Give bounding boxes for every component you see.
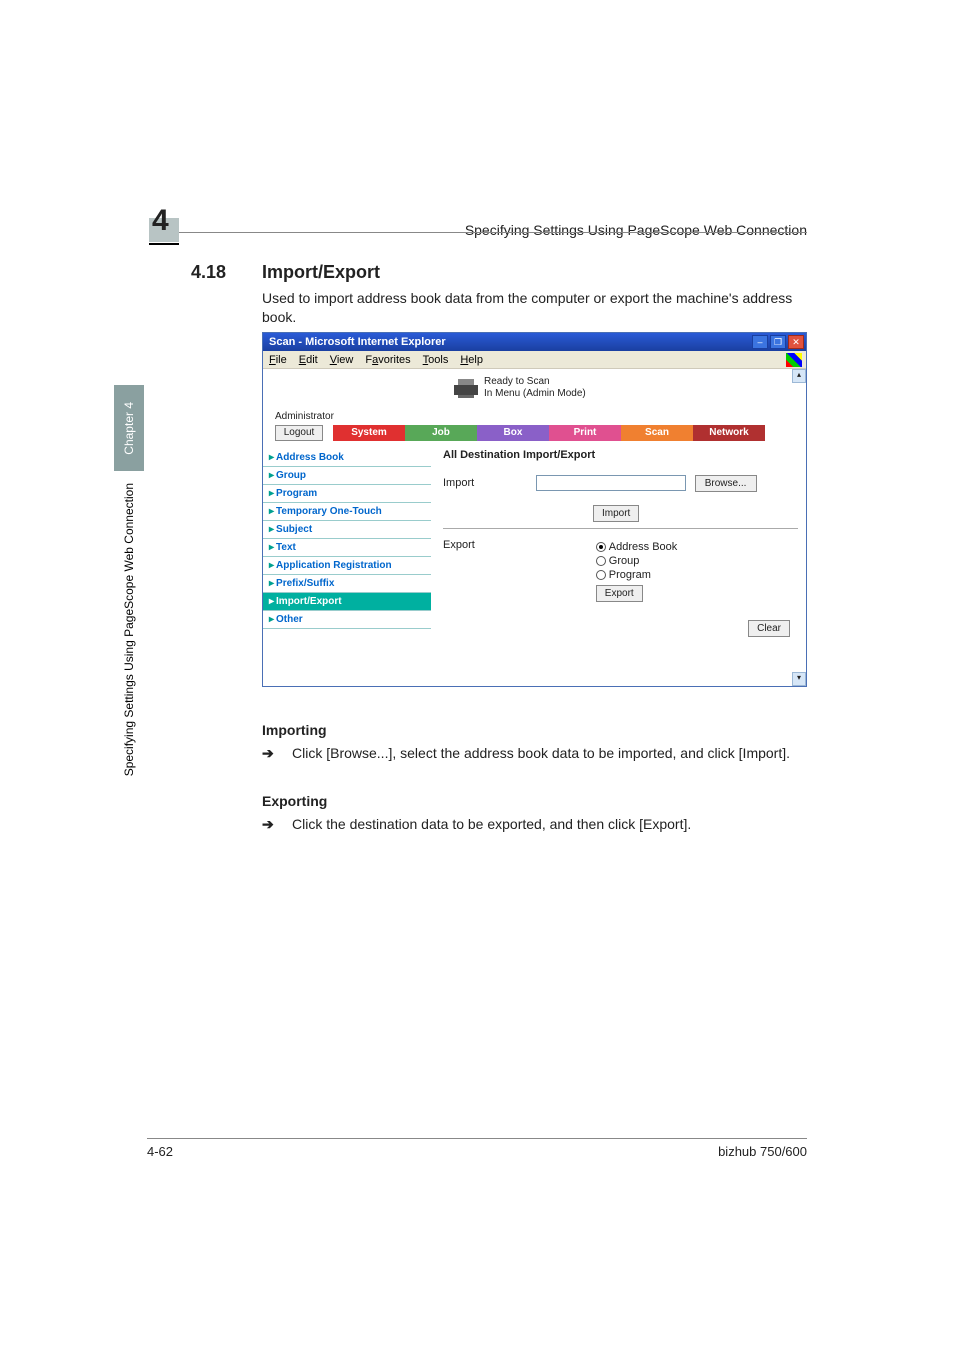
- maximize-button[interactable]: ❐: [770, 335, 786, 349]
- tab-print[interactable]: Print: [549, 425, 621, 441]
- tab-network[interactable]: Network: [693, 425, 765, 441]
- admin-label: Administrator: [275, 411, 334, 422]
- browse-button[interactable]: Browse...: [695, 475, 757, 492]
- printer-icon: [452, 377, 480, 399]
- import-label: Import: [443, 477, 533, 489]
- footer-rule: [147, 1138, 807, 1139]
- window-titlebar: Scan - Microsoft Internet Explorer – ❐ ✕: [263, 333, 806, 351]
- side-tab: Chapter 4 Specifying Settings Using Page…: [110, 345, 148, 925]
- exporting-step: ➔ Click the destination data to be expor…: [262, 815, 807, 834]
- sidebar-item-text[interactable]: ▸Text: [263, 539, 431, 557]
- chapter-number: 4: [152, 204, 169, 238]
- importing-step: ➔ Click [Browse...], select the address …: [262, 744, 807, 763]
- page-header-title: Specifying Settings Using PageScope Web …: [465, 222, 807, 238]
- sidebar: ▸Address Book ▸Group ▸Program ▸Temporary…: [263, 449, 431, 629]
- status-line-1: Ready to Scan: [484, 376, 550, 387]
- sidebar-item-temporary-one-touch[interactable]: ▸Temporary One-Touch: [263, 503, 431, 521]
- main-title: All Destination Import/Export: [443, 449, 798, 461]
- footer-model: bizhub 750/600: [718, 1144, 807, 1159]
- sidebar-item-other[interactable]: ▸Other: [263, 611, 431, 629]
- arrow-icon: ➔: [262, 815, 292, 834]
- importing-text: Click [Browse...], select the address bo…: [292, 744, 807, 763]
- sidebar-item-import-export[interactable]: ▸Import/Export: [263, 593, 431, 611]
- export-button[interactable]: Export: [596, 585, 643, 602]
- radio-icon: [596, 542, 606, 552]
- tab-job[interactable]: Job: [405, 425, 477, 441]
- main-panel: All Destination Import/Export Import Bro…: [443, 449, 798, 637]
- sidebar-item-program[interactable]: ▸Program: [263, 485, 431, 503]
- radio-address-book[interactable]: Address Book: [596, 541, 677, 553]
- tab-system[interactable]: System: [333, 425, 405, 441]
- footer-page-number: 4-62: [147, 1144, 173, 1159]
- top-tab-bar: System Job Box Print Scan Network: [333, 425, 765, 441]
- page: 4 Specifying Settings Using PageScope We…: [0, 0, 954, 1350]
- sidebar-item-application-registration[interactable]: ▸Application Registration: [263, 557, 431, 575]
- arrow-icon: ➔: [262, 744, 292, 763]
- chapter-number-underline: [149, 243, 179, 245]
- import-button[interactable]: Import: [593, 505, 639, 522]
- status-line-2: In Menu (Admin Mode): [484, 388, 586, 399]
- scroll-down-button[interactable]: ▾: [792, 672, 806, 686]
- section-divider: [443, 528, 798, 529]
- section-description: Used to import address book data from th…: [262, 289, 807, 327]
- ie-throbber-icon: [786, 353, 802, 367]
- import-file-input[interactable]: [536, 475, 686, 491]
- logout-button[interactable]: Logout: [275, 425, 323, 441]
- exporting-text: Click the destination data to be exporte…: [292, 815, 807, 834]
- ie-window: Scan - Microsoft Internet Explorer – ❐ ✕…: [262, 332, 807, 687]
- menu-favorites[interactable]: Favorites: [365, 354, 410, 366]
- chapter-tab-label: Chapter 4: [122, 402, 136, 455]
- close-button[interactable]: ✕: [788, 335, 804, 349]
- menu-help[interactable]: Help: [460, 354, 483, 366]
- tab-scan[interactable]: Scan: [621, 425, 693, 441]
- menu-view[interactable]: View: [330, 354, 354, 366]
- sidebar-item-subject[interactable]: ▸Subject: [263, 521, 431, 539]
- radio-group[interactable]: Group: [596, 555, 677, 567]
- window-title: Scan - Microsoft Internet Explorer: [269, 336, 752, 348]
- minimize-button[interactable]: –: [752, 335, 768, 349]
- importing-heading: Importing: [262, 722, 327, 738]
- section-title: Import/Export: [262, 262, 380, 283]
- menu-edit[interactable]: Edit: [299, 354, 318, 366]
- sidebar-item-address-book[interactable]: ▸Address Book: [263, 449, 431, 467]
- sidebar-item-group[interactable]: ▸Group: [263, 467, 431, 485]
- radio-icon: [596, 556, 606, 566]
- browser-body: ▴ Ready to Scan In Menu (Admin Mode) Adm…: [263, 369, 806, 686]
- clear-button[interactable]: Clear: [748, 620, 790, 637]
- exporting-heading: Exporting: [262, 793, 327, 809]
- scroll-up-button[interactable]: ▴: [792, 369, 806, 383]
- export-label: Export: [443, 539, 533, 551]
- menu-tools[interactable]: Tools: [423, 354, 449, 366]
- menu-file[interactable]: FFileile: [269, 354, 287, 366]
- radio-icon: [596, 570, 606, 580]
- section-number: 4.18: [191, 262, 226, 283]
- menu-bar: FFileile Edit View Favorites Tools Help: [263, 351, 806, 369]
- header-rule: [179, 232, 807, 233]
- tab-box[interactable]: Box: [477, 425, 549, 441]
- chapter-tab: Chapter 4: [114, 385, 144, 471]
- side-tab-label: Specifying Settings Using PageScope Web …: [122, 483, 136, 776]
- radio-program[interactable]: Program: [596, 569, 677, 581]
- sidebar-item-prefix-suffix[interactable]: ▸Prefix/Suffix: [263, 575, 431, 593]
